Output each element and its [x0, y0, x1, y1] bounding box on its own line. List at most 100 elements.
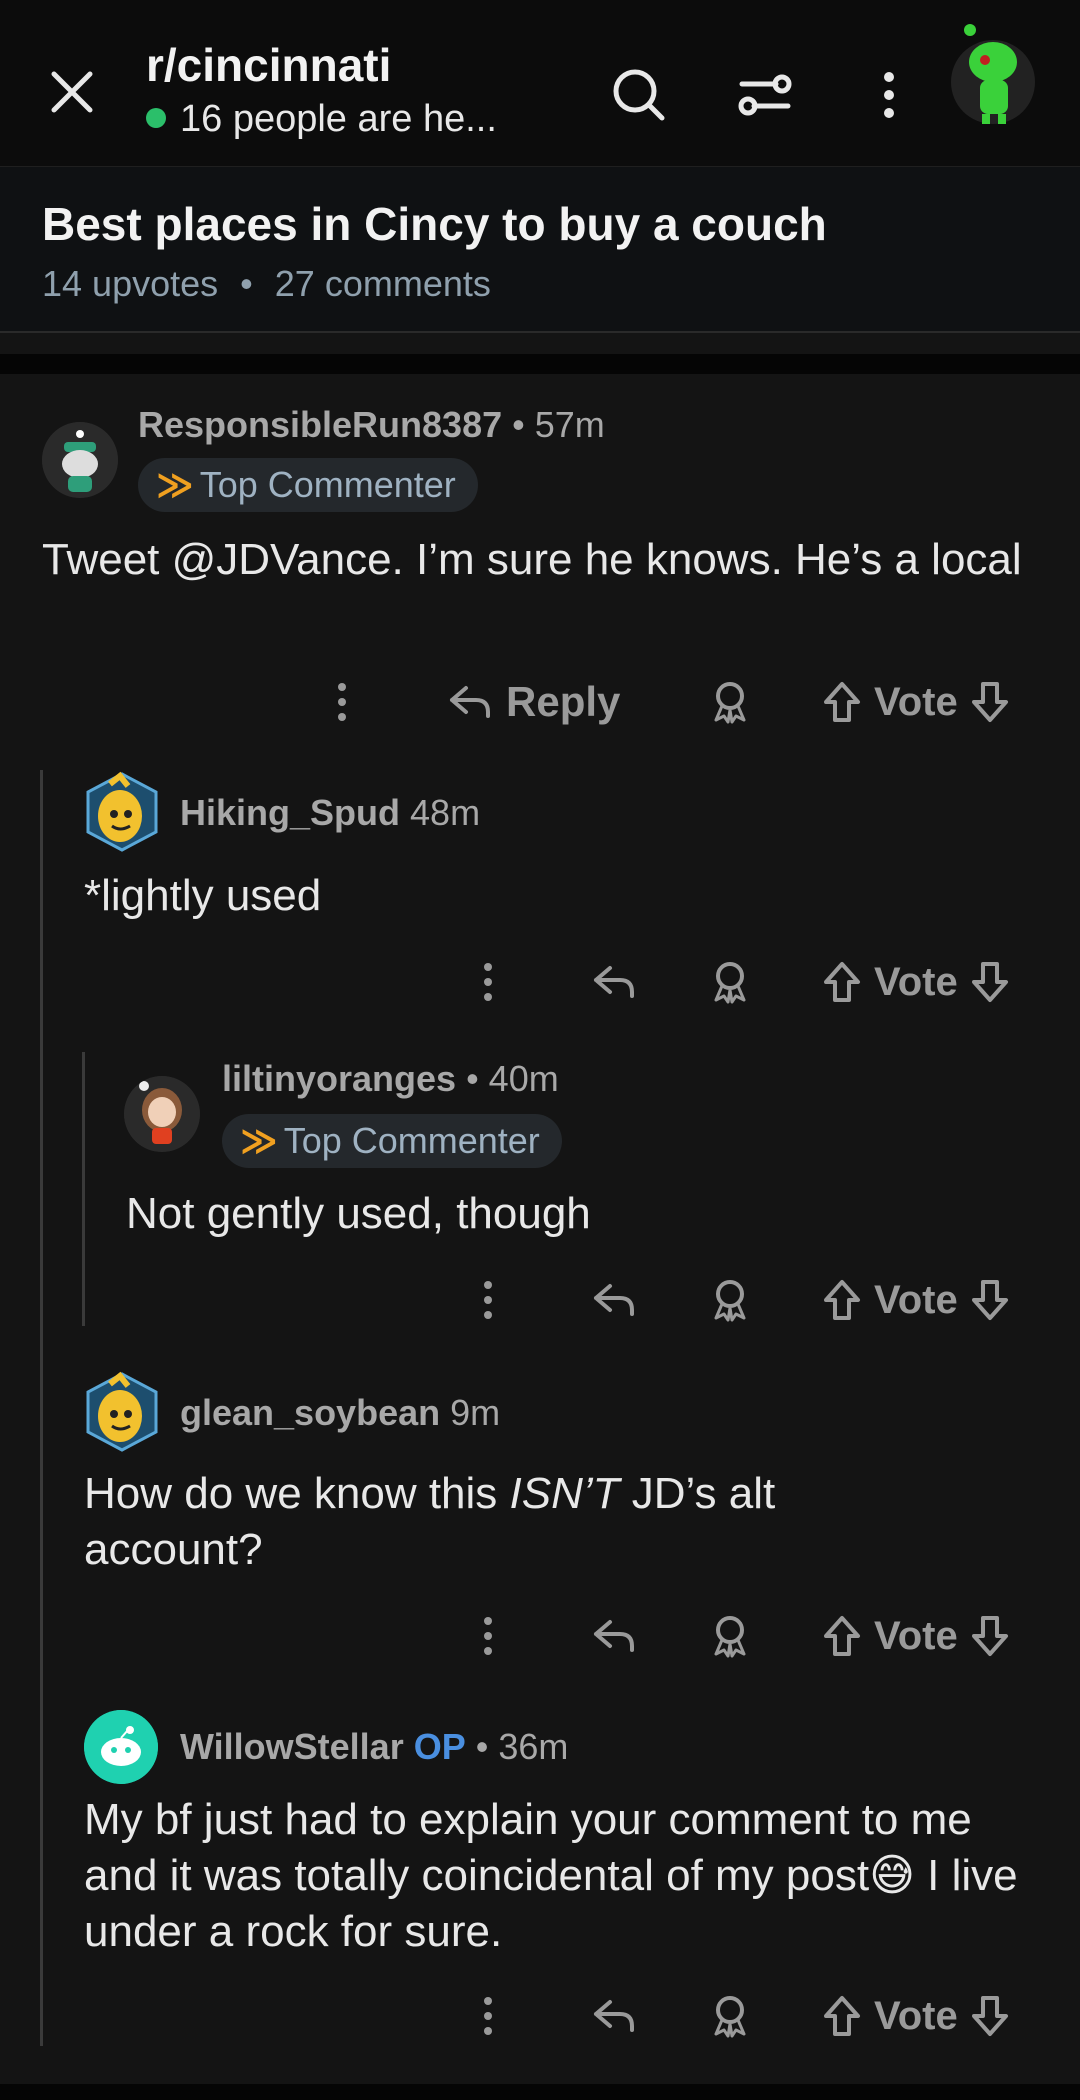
- user-avatar[interactable]: [950, 22, 1036, 128]
- username-text: glean_soybean: [180, 1392, 441, 1433]
- time-text: 9m: [450, 1392, 501, 1433]
- award-button[interactable]: [706, 952, 754, 1012]
- reply-button[interactable]: [590, 1986, 638, 2046]
- commenter-avatar[interactable]: [42, 422, 118, 498]
- award-button[interactable]: [706, 1986, 754, 2046]
- comment-body: *lightly used: [84, 871, 322, 920]
- downvote-arrow-icon[interactable]: [968, 678, 1012, 726]
- default-avatar-icon: [84, 1710, 158, 1784]
- commenter-avatar[interactable]: [84, 1710, 158, 1784]
- upvote-count: 14 upvotes: [42, 263, 219, 304]
- more-vertical-icon: [884, 72, 894, 118]
- more-options-button[interactable]: [854, 60, 924, 130]
- vote-control: Vote: [820, 1986, 1012, 2046]
- reply-button[interactable]: Reply: [446, 672, 620, 732]
- time-text: 40m: [488, 1058, 559, 1099]
- downvote-arrow-icon[interactable]: [968, 1276, 1012, 1324]
- time-text: 48m: [410, 792, 481, 833]
- upvote-arrow-icon[interactable]: [820, 1276, 864, 1324]
- comment-time: 48m: [400, 792, 480, 833]
- vote-control: Vote: [820, 672, 1012, 732]
- time-text: 36m: [498, 1726, 569, 1767]
- time-text: 57m: [534, 404, 605, 445]
- online-text: 16 people are he...: [180, 98, 497, 140]
- comment-more-button[interactable]: [476, 1606, 500, 1666]
- comment-more-button[interactable]: [476, 952, 500, 1012]
- comment-actions: Vote: [0, 952, 1080, 1012]
- post-header[interactable]: Best places in Cincy to buy a couch 14 u…: [0, 167, 1080, 333]
- top-commenter-badge: ≫ Top Commenter: [222, 1114, 562, 1168]
- vote-control: Vote: [820, 1606, 1012, 1666]
- comment-username[interactable]: liltinyoranges • 40m: [222, 1058, 559, 1100]
- award-button[interactable]: [706, 1606, 754, 1666]
- reply-button[interactable]: [590, 1270, 638, 1330]
- reply-label: Reply: [506, 678, 621, 725]
- reply-arrow-icon: [594, 966, 634, 998]
- avatar-image: [86, 771, 158, 852]
- more-vertical-icon: [484, 1617, 492, 1655]
- username-text: ResponsibleRun8387: [138, 404, 503, 445]
- vote-label: Vote: [874, 1277, 958, 1322]
- reply-arrow-icon: [594, 1620, 634, 1652]
- avatar-image: [86, 1371, 158, 1452]
- upvote-arrow-icon[interactable]: [820, 1612, 864, 1660]
- comment-time: 9m: [440, 1392, 500, 1433]
- downvote-arrow-icon[interactable]: [968, 958, 1012, 1006]
- downvote-arrow-icon[interactable]: [968, 1612, 1012, 1660]
- vote-label: Vote: [874, 1993, 958, 2038]
- reply-arrow-icon: [594, 1284, 634, 1316]
- comment-username[interactable]: WillowStellar OP • 36m: [180, 1726, 568, 1768]
- search-icon: [613, 69, 665, 121]
- meta-separator: •: [240, 263, 253, 304]
- award-button[interactable]: [706, 1270, 754, 1330]
- comment-username[interactable]: ResponsibleRun8387 • 57m: [138, 404, 605, 446]
- commenter-avatar[interactable]: [82, 770, 162, 854]
- vote-label: Vote: [874, 959, 958, 1004]
- reply-button[interactable]: [590, 1606, 638, 1666]
- comment-actions: Reply Vote: [0, 672, 1080, 732]
- username-text: liltinyoranges: [222, 1058, 457, 1099]
- award-icon: [714, 1616, 746, 1658]
- comment-more-button[interactable]: [330, 672, 354, 732]
- search-button[interactable]: [604, 60, 674, 130]
- award-icon: [714, 1280, 746, 1322]
- comment-more-button[interactable]: [476, 1270, 500, 1330]
- award-icon: [714, 962, 746, 1004]
- comment-body: Not gently used, though: [126, 1189, 591, 1238]
- bottom-divider: [0, 2084, 1080, 2100]
- comment-username[interactable]: glean_soybean 9m: [180, 1392, 500, 1434]
- comment-text-emphasis: ISN’T: [509, 1469, 620, 1518]
- more-vertical-icon: [484, 1281, 492, 1319]
- comment-body: Tweet @JDVance. I’m sure he knows. He’s …: [42, 535, 1022, 584]
- op-badge: OP: [413, 1726, 466, 1767]
- commenter-avatar[interactable]: [82, 1370, 162, 1454]
- close-icon: [51, 71, 93, 113]
- online-count: 16 people are he...: [146, 98, 497, 141]
- reply-arrow-icon: [594, 2000, 634, 2032]
- section-divider: [0, 354, 1080, 374]
- comment-body: How do we know this ISN’T JD’s alt accou…: [84, 1466, 944, 1578]
- avatar-image: [42, 422, 118, 498]
- username-text: Hiking_Spud: [180, 792, 401, 833]
- vote-label: Vote: [874, 1613, 958, 1658]
- downvote-arrow-icon[interactable]: [968, 1992, 1012, 2040]
- comment-body: My bf just had to explain your comment t…: [84, 1792, 1024, 1960]
- filter-button[interactable]: [730, 60, 800, 130]
- vote-control: Vote: [820, 1270, 1012, 1330]
- commenter-avatar[interactable]: [124, 1076, 200, 1152]
- more-vertical-icon: [338, 683, 346, 721]
- upvote-arrow-icon[interactable]: [820, 678, 864, 726]
- upvote-arrow-icon[interactable]: [820, 1992, 864, 2040]
- subreddit-name[interactable]: r/cincinnati: [146, 38, 391, 92]
- award-button[interactable]: [706, 672, 754, 732]
- vote-control: Vote: [820, 952, 1012, 1012]
- top-bar: r/cincinnati 16 people are he...: [0, 0, 1080, 167]
- comment-username[interactable]: Hiking_Spud 48m: [180, 792, 480, 834]
- reply-button[interactable]: [590, 952, 638, 1012]
- upvote-arrow-icon[interactable]: [820, 958, 864, 1006]
- comment-count: 27 comments: [274, 263, 491, 304]
- close-button[interactable]: [42, 62, 102, 122]
- comment-more-button[interactable]: [476, 1986, 500, 2046]
- flair-icon: ≫: [156, 464, 194, 505]
- more-vertical-icon: [484, 1997, 492, 2035]
